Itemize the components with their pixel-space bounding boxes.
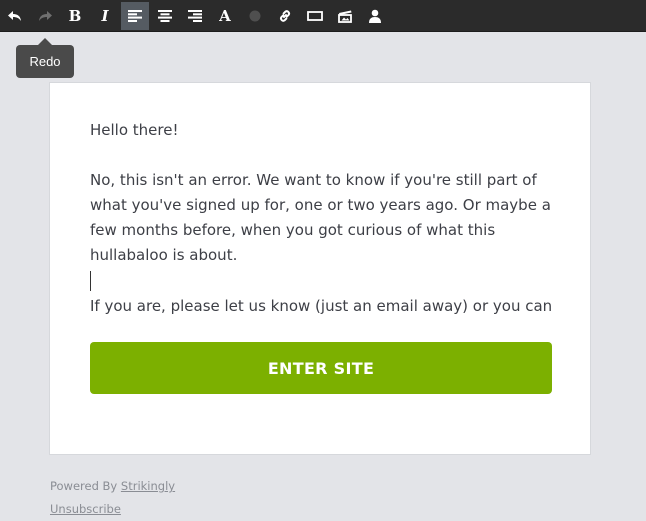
text-color-button[interactable] <box>241 2 269 30</box>
italic-icon: I <box>101 6 109 25</box>
user-icon <box>368 9 382 23</box>
undo-button[interactable] <box>1 2 29 30</box>
image-icon <box>337 9 353 23</box>
button-icon <box>307 10 323 22</box>
align-left-icon <box>128 10 142 22</box>
paragraph-line: what you've signed up for, one or two ye… <box>90 196 551 214</box>
powered-by-text: Powered By <box>50 479 118 493</box>
bold-button[interactable]: B <box>61 2 89 30</box>
enter-site-label: ENTER SITE <box>267 358 375 378</box>
user-button[interactable] <box>361 2 389 30</box>
tooltip-label: Redo <box>29 54 61 69</box>
enter-site-button[interactable]: ENTER SITE <box>90 342 552 394</box>
paragraph-line: No, this isn't an error. We want to know… <box>90 171 537 189</box>
unsubscribe-link[interactable]: Unsubscribe <box>50 502 121 516</box>
link-button[interactable] <box>271 2 299 30</box>
email-body[interactable]: Hello there! No, this isn't an error. We… <box>90 118 560 319</box>
redo-button[interactable] <box>31 2 59 30</box>
redo-tooltip: Redo <box>16 38 74 78</box>
align-right-icon <box>188 10 202 22</box>
text-color-icon <box>249 10 261 22</box>
image-button[interactable] <box>331 2 359 30</box>
align-center-icon <box>158 10 172 22</box>
email-card: Hello there! No, this isn't an error. We… <box>49 82 591 455</box>
font-size-button[interactable]: A <box>211 2 239 30</box>
paragraph-line: hullabaloo is about. <box>90 246 238 264</box>
paragraph-line: few months before, when you got curious … <box>90 221 496 239</box>
font-size-icon: A <box>219 6 231 25</box>
undo-icon <box>7 9 23 23</box>
align-center-button[interactable] <box>151 2 179 30</box>
strikingly-link[interactable]: Strikingly <box>121 479 175 493</box>
bold-icon: B <box>68 6 82 25</box>
powered-by: Powered By Strikingly <box>50 475 175 498</box>
insert-button-button[interactable] <box>301 2 329 30</box>
greeting-text: Hello there! <box>90 121 179 139</box>
editor-toolbar: B I A <box>0 0 646 32</box>
email-footer: Powered By Strikingly Unsubscribe <box>50 475 175 521</box>
redo-icon <box>37 9 53 23</box>
text-cursor <box>90 271 91 291</box>
align-right-button[interactable] <box>181 2 209 30</box>
italic-button[interactable]: I <box>91 2 119 30</box>
align-left-button[interactable] <box>121 2 149 30</box>
link-icon <box>278 9 292 23</box>
paragraph-line: If you are, please let us know (just an … <box>90 297 553 315</box>
